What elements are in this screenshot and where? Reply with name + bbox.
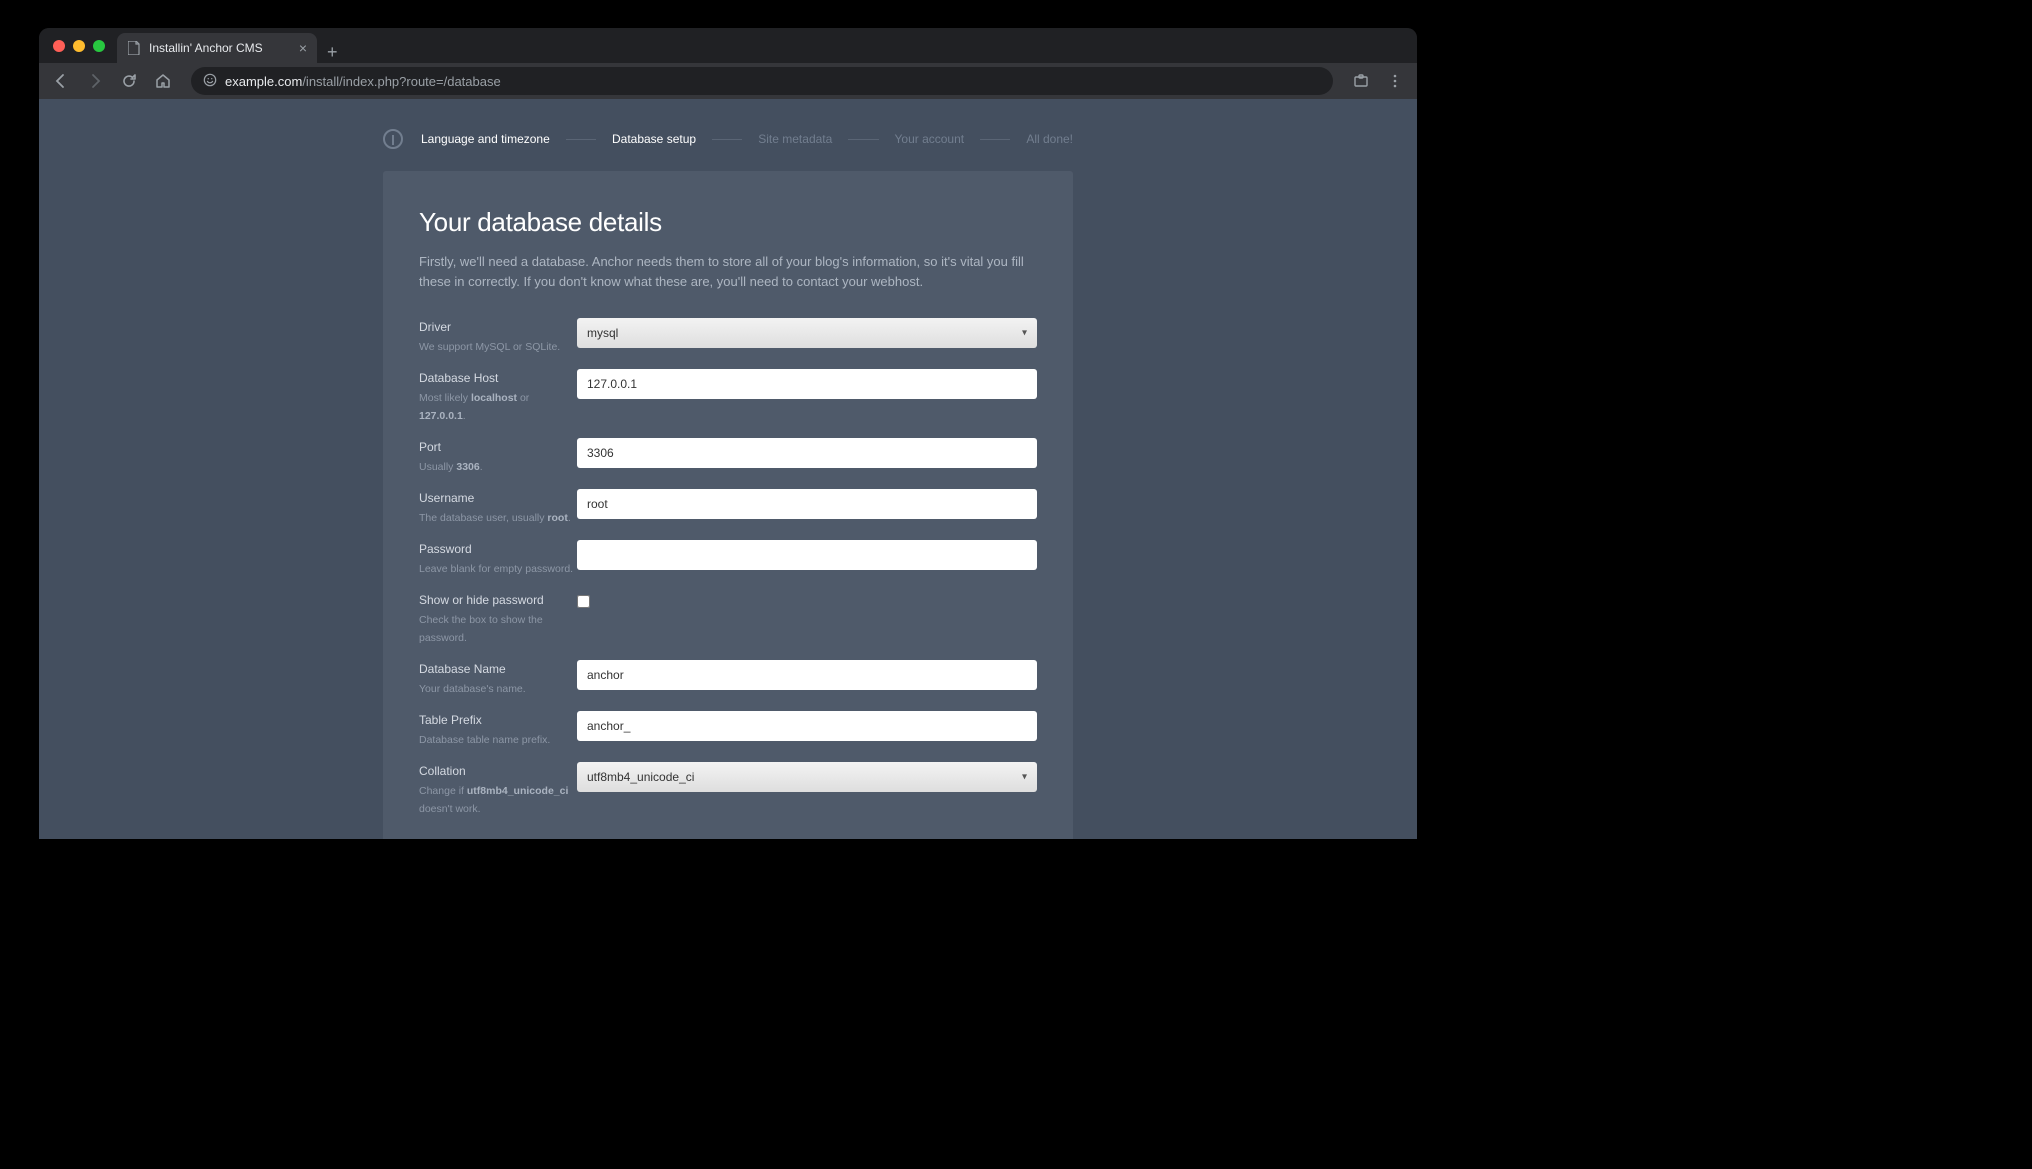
driver-label: Driver [419, 320, 577, 334]
page-icon [127, 41, 141, 55]
step-separator [712, 139, 742, 140]
row-show-password: Show or hide password Check the box to s… [419, 591, 1037, 646]
show-password-label: Show or hide password [419, 593, 577, 607]
home-button[interactable] [149, 67, 177, 95]
window-maximize-button[interactable] [93, 40, 105, 52]
row-port: Port Usually 3306. [419, 438, 1037, 475]
step-metadata: Site metadata [758, 132, 832, 146]
browser-toolbar: example.com/install/index.php?route=/dat… [39, 63, 1417, 99]
page-viewport: Language and timezone Database setup Sit… [39, 99, 1417, 839]
collation-label: Collation [419, 764, 577, 778]
new-tab-button[interactable]: + [317, 42, 348, 63]
driver-select[interactable]: mysql [577, 318, 1037, 348]
tab-strip: Installin' Anchor CMS × + [117, 28, 348, 63]
page-heading: Your database details [419, 207, 1037, 238]
anchor-logo-icon [383, 129, 403, 149]
prefix-hint: Database table name prefix. [419, 734, 550, 746]
prefix-label: Table Prefix [419, 713, 577, 727]
form-actions: « Back Next Step » [577, 831, 1037, 839]
row-collation: Collation Change if utf8mb4_unicode_ci d… [419, 762, 1037, 817]
install-container: Language and timezone Database setup Sit… [383, 99, 1073, 839]
window-close-button[interactable] [53, 40, 65, 52]
step-database: Database setup [612, 132, 696, 146]
tab-title: Installin' Anchor CMS [149, 41, 263, 55]
password-input[interactable] [577, 540, 1037, 570]
install-steps: Language and timezone Database setup Sit… [383, 99, 1073, 171]
url-bar[interactable]: example.com/install/index.php?route=/dat… [191, 67, 1333, 95]
dbname-input[interactable] [577, 660, 1037, 690]
extensions-button[interactable] [1347, 67, 1375, 95]
page-intro: Firstly, we'll need a database. Anchor n… [419, 252, 1037, 292]
host-hint: Most likely localhost or 127.0.0.1. [419, 392, 529, 422]
row-prefix: Table Prefix Database table name prefix. [419, 711, 1037, 748]
collation-hint: Change if utf8mb4_unicode_ci doesn't wor… [419, 785, 568, 815]
row-dbname: Database Name Your database's name. [419, 660, 1037, 697]
browser-tab[interactable]: Installin' Anchor CMS × [117, 33, 317, 63]
close-tab-icon[interactable]: × [299, 40, 307, 56]
row-driver: Driver We support MySQL or SQLite. mysql [419, 318, 1037, 355]
password-label: Password [419, 542, 577, 556]
username-hint: The database user, usually root. [419, 512, 571, 524]
window-minimize-button[interactable] [73, 40, 85, 52]
menu-button[interactable] [1381, 67, 1409, 95]
username-label: Username [419, 491, 577, 505]
back-button[interactable] [47, 67, 75, 95]
url-text: example.com/install/index.php?route=/dat… [225, 74, 501, 89]
driver-hint: We support MySQL or SQLite. [419, 341, 560, 353]
step-separator [980, 139, 1010, 140]
row-host: Database Host Most likely localhost or 1… [419, 369, 1037, 424]
host-input[interactable] [577, 369, 1037, 399]
host-label: Database Host [419, 371, 577, 385]
step-separator [566, 139, 596, 140]
browser-window: Installin' Anchor CMS × + example.com/in… [39, 28, 1417, 839]
username-input[interactable] [577, 489, 1037, 519]
row-password: Password Leave blank for empty password. [419, 540, 1037, 577]
traffic-lights [53, 40, 105, 52]
site-info-icon[interactable] [203, 73, 217, 90]
step-separator [848, 139, 878, 140]
step-done: All done! [1026, 132, 1073, 146]
forward-button[interactable] [81, 67, 109, 95]
dbname-hint: Your database's name. [419, 683, 526, 695]
password-hint: Leave blank for empty password. [419, 563, 573, 575]
show-password-checkbox[interactable] [577, 595, 590, 608]
form-card: Your database details Firstly, we'll nee… [383, 171, 1073, 839]
prefix-input[interactable] [577, 711, 1037, 741]
show-password-hint: Check the box to show the password. [419, 614, 543, 644]
collation-select[interactable]: utf8mb4_unicode_ci [577, 762, 1037, 792]
titlebar: Installin' Anchor CMS × + [39, 28, 1417, 63]
port-label: Port [419, 440, 577, 454]
row-username: Username The database user, usually root… [419, 489, 1037, 526]
dbname-label: Database Name [419, 662, 577, 676]
step-language: Language and timezone [421, 132, 550, 146]
step-account: Your account [895, 132, 965, 146]
port-input[interactable] [577, 438, 1037, 468]
reload-button[interactable] [115, 67, 143, 95]
port-hint: Usually 3306. [419, 461, 483, 473]
